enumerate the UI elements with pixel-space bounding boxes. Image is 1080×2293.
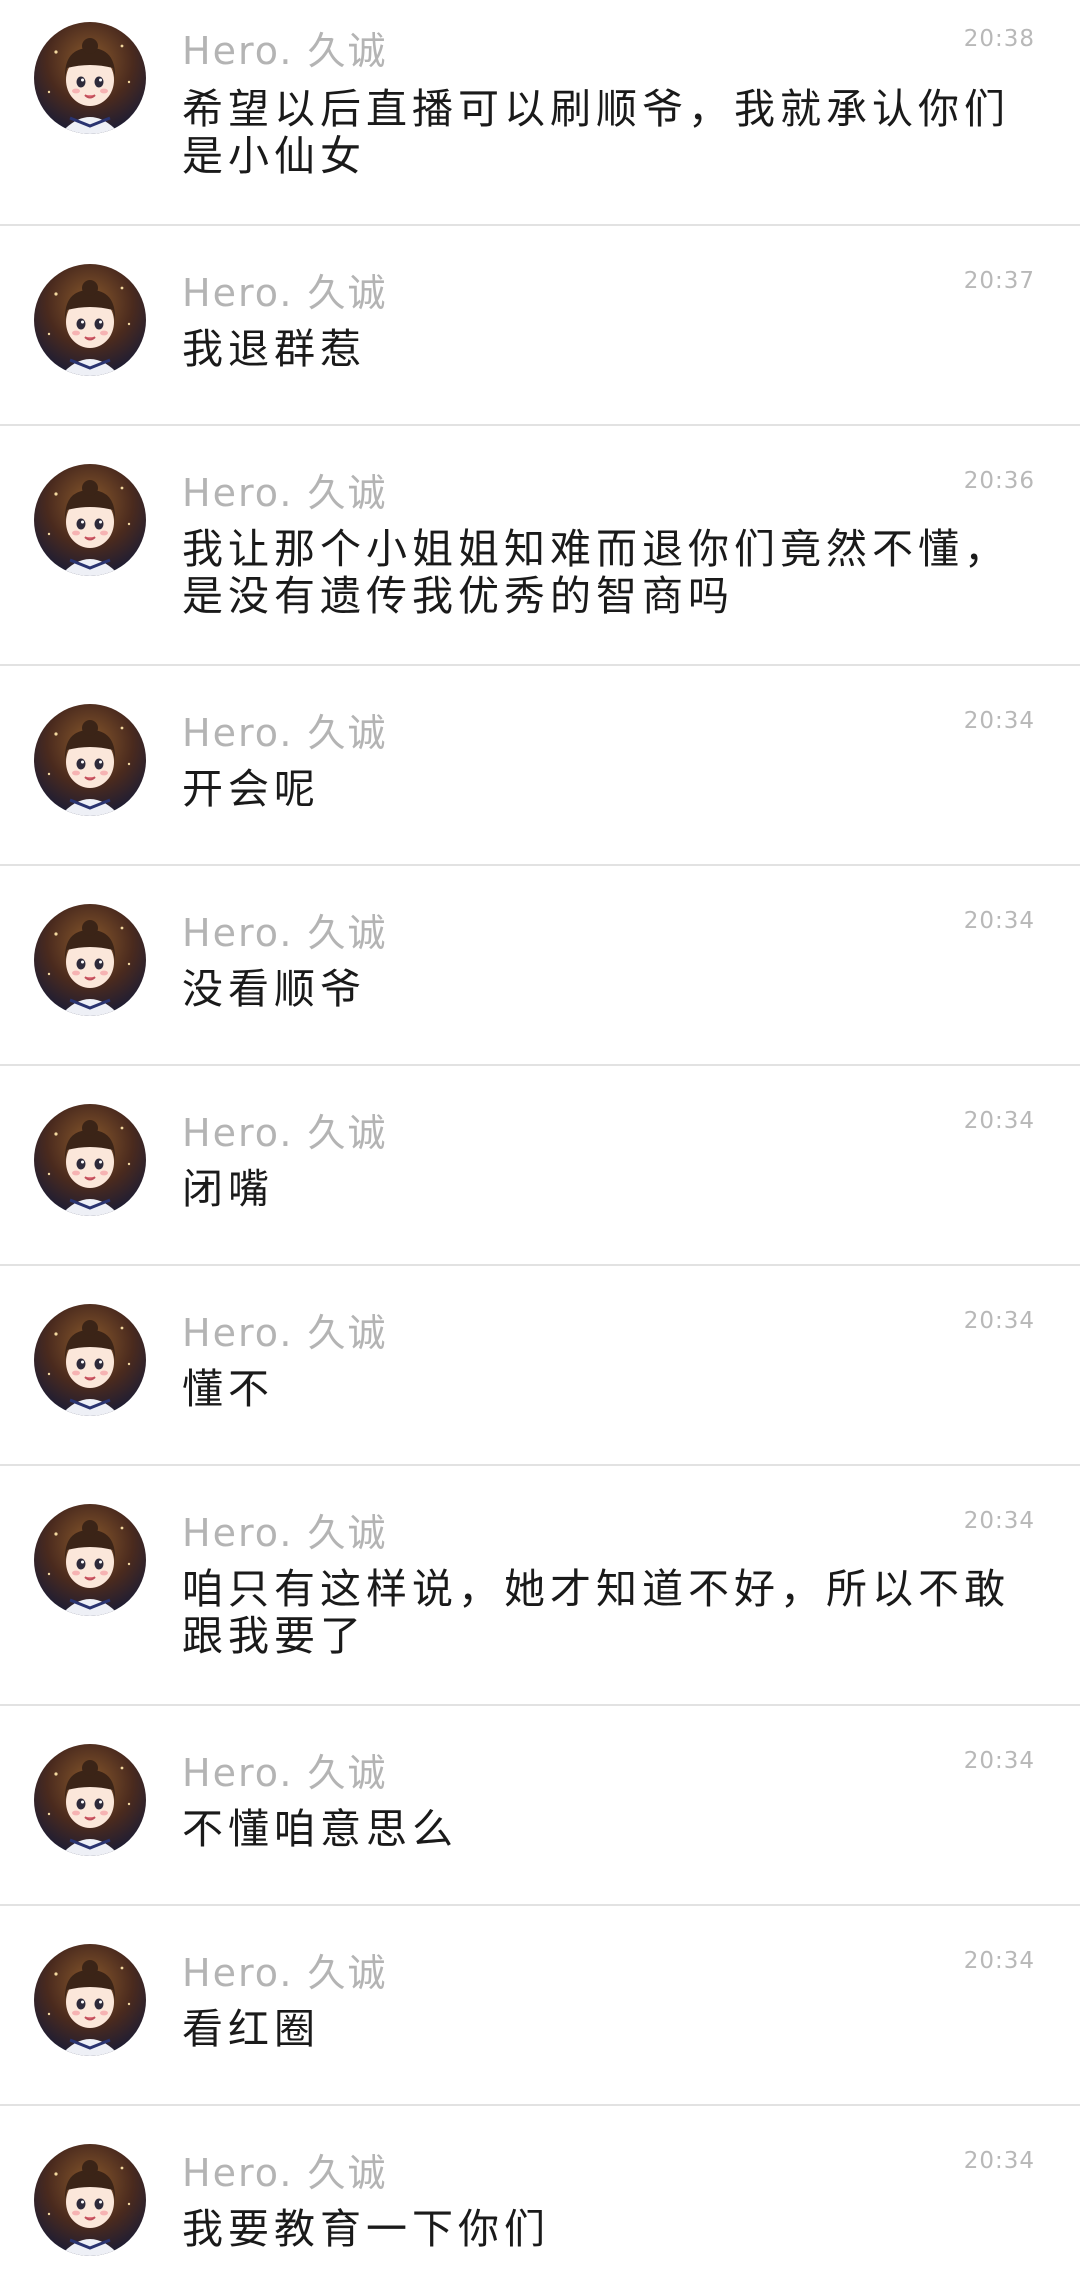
timestamp: 20:34 [963,1308,1035,1334]
sender-name: Hero. 久诚 [182,1311,388,1355]
message-text: 看红圈 [182,2005,320,2053]
timestamp: 20:34 [963,908,1035,934]
list-item[interactable]: Hero. 久诚 20:34 开会呢 [0,666,1080,866]
message-text: 我退群惹 [182,325,366,373]
sender-name: Hero. 久诚 [182,911,388,955]
sender-name: Hero. 久诚 [182,271,388,315]
timestamp: 20:34 [963,1748,1035,1774]
list-item[interactable]: Hero. 久诚 20:34 懂不 [0,1266,1080,1466]
message-text: 我让那个小姐姐知难而退你们竟然不懂，是没有遗传我优秀的智商吗 [182,525,1010,620]
cartoon-girl-avatar-icon[interactable] [34,1944,146,2056]
cartoon-girl-avatar-icon[interactable] [34,1104,146,1216]
list-item[interactable]: Hero. 久诚 20:38 希望以后直播可以刷顺爷，我就承认你们是小仙女 [0,0,1080,226]
list-item[interactable]: Hero. 久诚 20:34 没看顺爷 [0,866,1080,1066]
cartoon-girl-avatar-icon[interactable] [34,904,146,1016]
cartoon-girl-avatar-icon[interactable] [34,1504,146,1616]
cartoon-girl-avatar-icon[interactable] [34,1744,146,1856]
cartoon-girl-avatar-icon[interactable] [34,1304,146,1416]
list-item[interactable]: Hero. 久诚 20:37 我退群惹 [0,226,1080,426]
message-text: 懂不 [182,1365,274,1413]
timestamp: 20:34 [963,2148,1035,2174]
timestamp: 20:36 [963,468,1035,494]
sender-name: Hero. 久诚 [182,471,388,515]
cartoon-girl-avatar-icon[interactable] [34,704,146,816]
list-item[interactable]: Hero. 久诚 20:34 闭嘴 [0,1066,1080,1266]
cartoon-girl-avatar-icon[interactable] [34,2144,146,2256]
message-text: 希望以后直播可以刷顺爷，我就承认你们是小仙女 [182,85,1010,180]
timestamp: 20:34 [963,1508,1035,1534]
sender-name: Hero. 久诚 [182,1511,388,1555]
timestamp: 20:34 [963,1948,1035,1974]
cartoon-girl-avatar-icon[interactable] [34,22,146,134]
message-text: 开会呢 [182,765,320,813]
message-text: 咱只有这样说，她才知道不好，所以不敢跟我要了 [182,1565,1010,1660]
message-list: Hero. 久诚 20:38 希望以后直播可以刷顺爷，我就承认你们是小仙女 He… [0,0,1080,2293]
timestamp: 20:34 [963,1108,1035,1134]
sender-name: Hero. 久诚 [182,711,388,755]
list-item[interactable]: Hero. 久诚 20:34 我要教育一下你们 [0,2106,1080,2293]
sender-name: Hero. 久诚 [182,2151,388,2195]
cartoon-girl-avatar-icon[interactable] [34,464,146,576]
sender-name: Hero. 久诚 [182,29,388,73]
timestamp: 20:37 [963,268,1035,294]
sender-name: Hero. 久诚 [182,1751,388,1795]
list-item[interactable]: Hero. 久诚 20:34 咱只有这样说，她才知道不好，所以不敢跟我要了 [0,1466,1080,1706]
cartoon-girl-avatar-icon[interactable] [34,264,146,376]
timestamp: 20:34 [963,708,1035,734]
timestamp: 20:38 [963,26,1035,52]
message-text: 我要教育一下你们 [182,2205,550,2253]
list-item[interactable]: Hero. 久诚 20:34 不懂咱意思么 [0,1706,1080,1906]
sender-name: Hero. 久诚 [182,1111,388,1155]
list-item[interactable]: Hero. 久诚 20:34 看红圈 [0,1906,1080,2106]
list-item[interactable]: Hero. 久诚 20:36 我让那个小姐姐知难而退你们竟然不懂，是没有遗传我优… [0,426,1080,666]
sender-name: Hero. 久诚 [182,1951,388,1995]
message-text: 闭嘴 [182,1165,274,1213]
message-text: 不懂咱意思么 [182,1805,458,1853]
message-text: 没看顺爷 [182,965,366,1013]
